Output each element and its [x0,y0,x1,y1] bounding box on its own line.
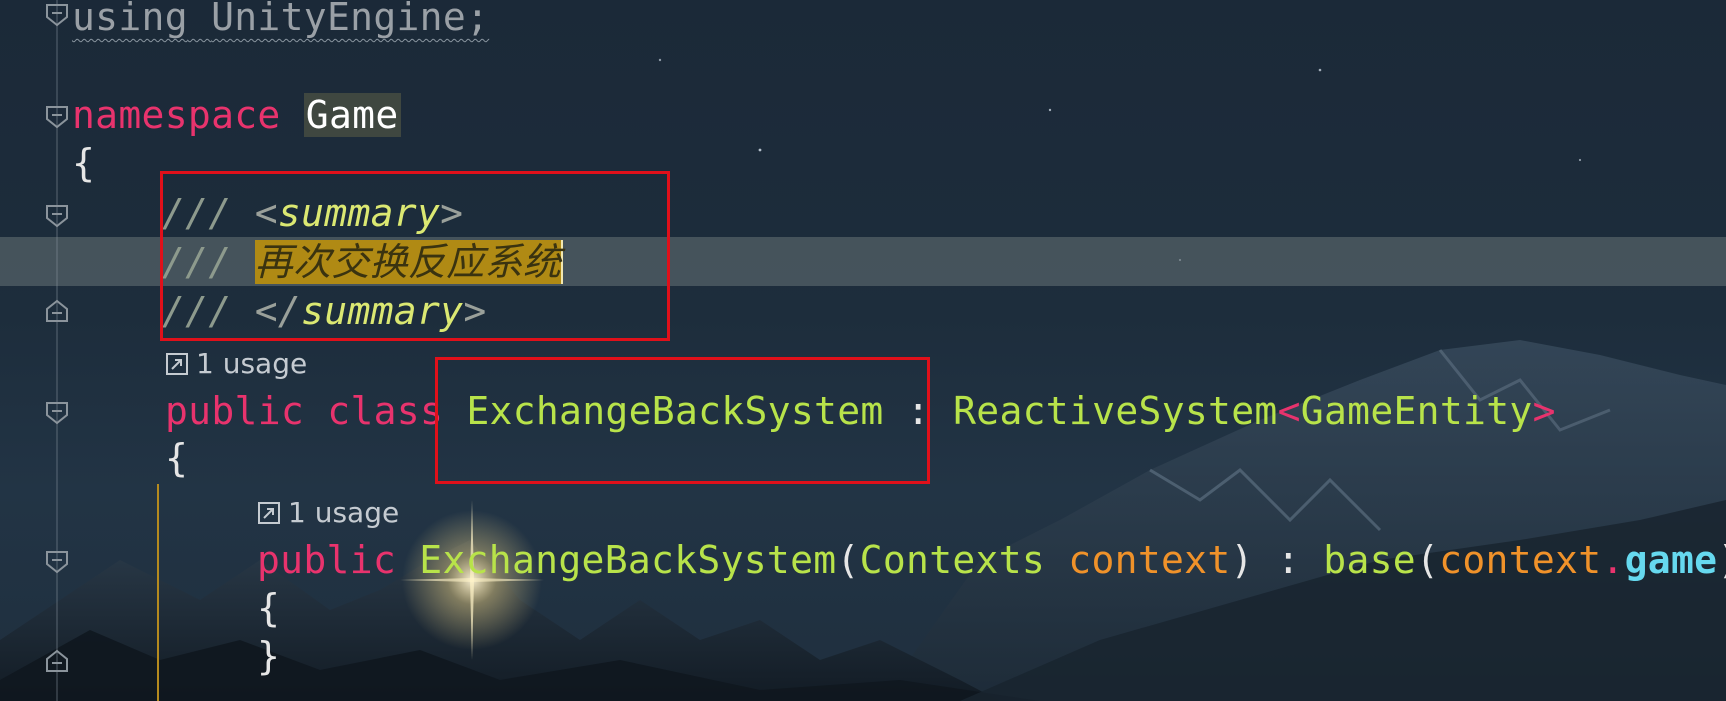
usage-hint-label: 1 usage [288,496,400,529]
code-line-namespace[interactable]: namespace Game [72,90,401,140]
fold-end-icon[interactable] [44,298,70,324]
doc-comment-slashes: /// [162,191,232,235]
public-keyword: public [165,389,305,433]
code-line-brace[interactable]: } [257,631,280,681]
class-name[interactable]: ExchangeBackSystem [466,389,883,433]
inheritance-colon: : [883,389,954,433]
base-colon: : [1253,538,1324,582]
code-line-brace[interactable]: { [257,583,280,633]
summary-tag: summary [301,289,464,333]
code-line-summary-open[interactable]: /// <summary> [162,188,463,238]
argument-name[interactable]: context [1439,538,1601,582]
open-brace: { [165,436,189,480]
paren: ( [1415,538,1440,582]
doc-comment-slashes: /// [162,289,232,333]
tag-bracket: </ [254,289,302,333]
using-keyword: using [72,0,188,39]
code-line-brace[interactable]: { [165,433,188,483]
namespace-keyword: namespace [72,93,281,137]
fold-toggle-icon[interactable] [44,203,70,229]
fold-end-icon[interactable] [44,648,70,674]
code-line-summary-close[interactable]: /// </summary> [162,286,487,336]
constructor-name[interactable]: ExchangeBackSystem [419,538,836,582]
fold-toggle-icon[interactable] [44,549,70,575]
generic-type-name[interactable]: GameEntity [1301,389,1533,433]
class-keyword: class [327,389,444,433]
tag-bracket: < [254,191,278,235]
usage-hint[interactable]: 1 usage [258,495,399,531]
code-line-constructor[interactable]: public ExchangeBackSystem(Contexts conte… [257,535,1726,585]
close-brace: } [257,634,281,678]
summary-tag: summary [277,191,441,235]
paren: ) [1717,538,1726,582]
code-line-summary-text[interactable]: /// 再次交换反应系统 [162,237,564,287]
summary-text-selected[interactable]: 再次交换反应系统 [254,240,564,284]
base-class-name[interactable]: ReactiveSystem [953,389,1278,433]
generic-bracket: < [1277,389,1301,433]
code-editor[interactable]: using UnityEngine; namespace Game { /// … [0,0,1726,701]
usage-hint-label: 1 usage [196,347,308,380]
tag-bracket: > [440,191,464,235]
param-name[interactable]: context [1068,538,1230,582]
code-line-using[interactable]: using UnityEngine; [72,0,489,42]
indent-guide [157,484,159,701]
param-type[interactable]: Contexts [860,538,1045,582]
paren: ) [1230,538,1254,582]
paren: ( [836,538,860,582]
namespace-name: Game [303,93,401,137]
tag-bracket: > [463,289,487,333]
open-brace: { [72,141,96,185]
code-line-brace[interactable]: { [72,138,95,188]
code-line-class-declaration[interactable]: public class ExchangeBackSystem : Reacti… [165,386,1556,436]
doc-comment-slashes: /// [162,240,232,284]
fold-toggle-icon[interactable] [44,104,70,130]
using-namespace-name: UnityEngine; [211,0,490,39]
go-to-usage-icon [258,497,280,524]
member-dot: . [1601,538,1625,582]
go-to-usage-icon [166,348,188,375]
usage-hint[interactable]: 1 usage [166,346,307,382]
base-keyword: base [1323,538,1416,582]
public-keyword: public [257,538,397,582]
fold-toggle-icon[interactable] [44,400,70,426]
fold-toggle-icon[interactable] [44,2,70,28]
generic-bracket: > [1532,389,1556,433]
open-brace: { [257,586,281,630]
field-name[interactable]: game [1625,538,1718,582]
